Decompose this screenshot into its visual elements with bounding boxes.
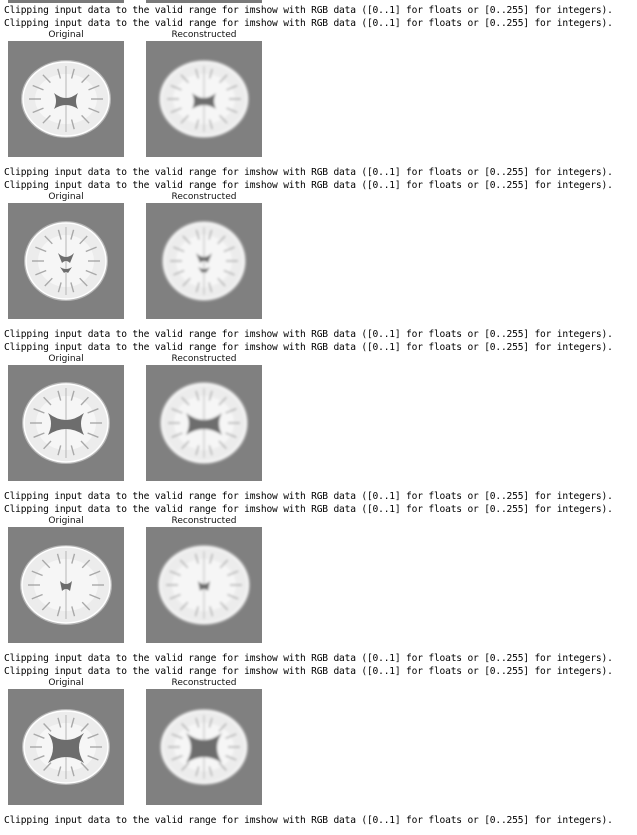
warning-line: Clipping input data to the valid range f… <box>4 666 613 677</box>
original-title: Original <box>48 30 84 40</box>
reconstructed-panel: Reconstructed <box>146 192 262 319</box>
reconstructed-image <box>146 689 262 805</box>
original-panel: Original <box>8 678 124 805</box>
original-panel: Original <box>8 192 124 319</box>
original-title: Original <box>48 354 84 364</box>
original-image <box>8 203 124 319</box>
warning-line: Clipping input data to the valid range f… <box>4 5 613 16</box>
original-panel: Original <box>8 516 124 643</box>
warning-line: Clipping input data to the valid range f… <box>4 180 613 191</box>
original-image <box>8 41 124 157</box>
warning-line: Clipping input data to the valid range f… <box>4 504 613 515</box>
reconstructed-panel: Reconstructed <box>146 678 262 805</box>
reconstructed-title: Reconstructed <box>171 354 237 364</box>
reconstructed-image <box>146 41 262 157</box>
reconstructed-panel: Reconstructed <box>146 354 262 481</box>
original-panel: Original <box>8 30 124 157</box>
warning-line: Clipping input data to the valid range f… <box>4 167 613 178</box>
figure-row-5: Original Reconstructed <box>0 678 637 814</box>
warning-line: Clipping input data to the valid range f… <box>4 18 613 29</box>
original-image <box>8 689 124 805</box>
original-title: Original <box>48 192 84 202</box>
warning-line: Clipping input data to the valid range f… <box>4 653 613 664</box>
reconstructed-image <box>146 527 262 643</box>
figure-row-2: Original Reconstructed <box>0 192 637 328</box>
warning-line: Clipping input data to the valid range f… <box>4 329 613 340</box>
reconstructed-title: Reconstructed <box>171 30 237 40</box>
reconstructed-panel: Reconstructed <box>146 516 262 643</box>
original-image <box>8 527 124 643</box>
notebook-output: Clipping input data to the valid range f… <box>0 0 637 827</box>
reconstructed-image <box>146 365 262 481</box>
reconstructed-image <box>146 203 262 319</box>
reconstructed-title: Reconstructed <box>171 516 237 526</box>
reconstructed-title: Reconstructed <box>171 678 237 688</box>
original-title: Original <box>48 516 84 526</box>
warning-line: Clipping input data to the valid range f… <box>4 342 613 353</box>
original-title: Original <box>48 678 84 688</box>
reconstructed-panel: Reconstructed <box>146 30 262 157</box>
warning-line: Clipping input data to the valid range f… <box>4 491 613 502</box>
figure-row-3: Original Reconstructed <box>0 354 637 490</box>
original-image <box>8 365 124 481</box>
reconstructed-title: Reconstructed <box>171 192 237 202</box>
figure-row-4: Original Reconstructed <box>0 516 637 652</box>
figure-row-1: Original Reconstructed <box>0 30 637 166</box>
original-panel: Original <box>8 354 124 481</box>
warning-line: Clipping input data to the valid range f… <box>4 815 613 826</box>
previous-figure-edge <box>0 0 637 4</box>
